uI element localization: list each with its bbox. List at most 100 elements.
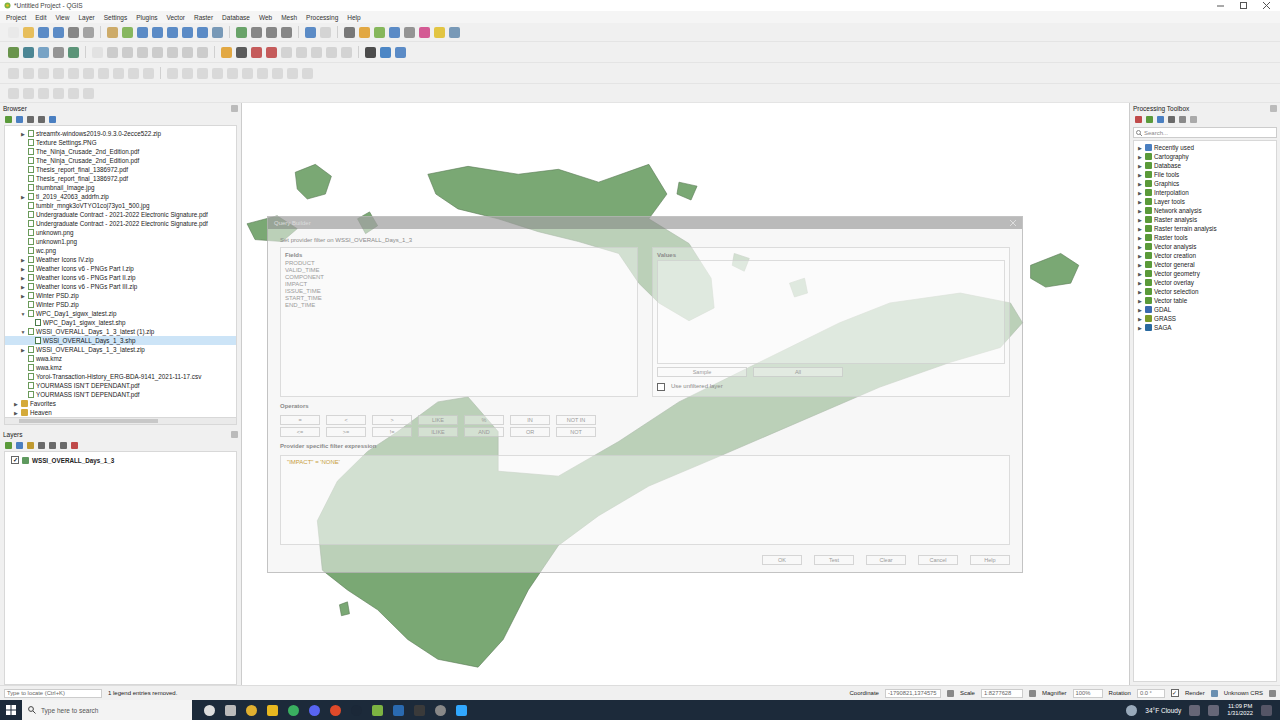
minimize-icon[interactable] xyxy=(1217,2,1224,9)
tool-icon[interactable] xyxy=(107,27,118,38)
weather-icon[interactable] xyxy=(1126,705,1137,716)
crs-icon[interactable] xyxy=(1211,690,1218,697)
browser-item[interactable]: ▶Weather Icons v6 - PNGs Part II.zip xyxy=(5,273,236,282)
expand-arrow-icon[interactable]: ▶ xyxy=(20,194,26,200)
expand-arrow-icon[interactable]: ▶ xyxy=(20,284,26,290)
taskbar-app-icon[interactable] xyxy=(225,705,236,716)
layers-tool-icon[interactable] xyxy=(27,442,34,449)
expand-arrow-icon[interactable]: ▶ xyxy=(20,131,26,137)
tool-icon[interactable] xyxy=(404,27,415,38)
tool-icon[interactable] xyxy=(68,27,79,38)
processing-item[interactable]: ▶Network analysis xyxy=(1134,206,1276,215)
tool-icon[interactable] xyxy=(197,27,208,38)
browser-item[interactable]: WSSI_OVERALL_Days_1_3.shp xyxy=(5,336,236,345)
processing-item[interactable]: ▶Interpolation xyxy=(1134,188,1276,197)
taskbar-search[interactable]: Type here to search xyxy=(22,700,192,720)
operator-button[interactable]: <= xyxy=(280,427,320,437)
close-icon[interactable] xyxy=(1263,2,1270,9)
layers-tool-icon[interactable] xyxy=(5,442,12,449)
menu-item[interactable]: Layer xyxy=(78,14,94,21)
tool-icon[interactable] xyxy=(53,68,64,79)
tool-icon[interactable] xyxy=(8,47,19,58)
coordinate-field[interactable]: -1790821,1374575 xyxy=(885,689,941,698)
field-item[interactable]: PRODUCT xyxy=(285,260,633,267)
processing-item[interactable]: ▶GRASS xyxy=(1134,314,1276,323)
operator-button[interactable]: = xyxy=(280,415,320,425)
expand-arrow-icon[interactable]: ▼ xyxy=(20,311,26,317)
operator-button[interactable]: >= xyxy=(326,427,366,437)
processing-tool-icon[interactable] xyxy=(1190,116,1197,123)
menu-item[interactable]: Plugins xyxy=(136,14,157,21)
browser-item[interactable]: Winter PSD.zip xyxy=(5,300,236,309)
tool-icon[interactable] xyxy=(380,47,391,58)
dialog-button[interactable]: Clear xyxy=(866,555,906,565)
expand-arrow-icon[interactable]: ▶ xyxy=(1137,244,1143,250)
tool-icon[interactable] xyxy=(272,68,283,79)
tool-icon[interactable] xyxy=(128,68,139,79)
browser-item[interactable]: Yoroi-Transaction-History_ERG-BDA-9141_2… xyxy=(5,372,236,381)
processing-item[interactable]: ▶Recently used xyxy=(1134,143,1276,152)
operator-button[interactable]: ILIKE xyxy=(418,427,458,437)
panel-close-icon[interactable] xyxy=(231,105,238,112)
expand-arrow-icon[interactable]: ▶ xyxy=(1137,325,1143,331)
processing-item[interactable]: ▶Raster tools xyxy=(1134,233,1276,242)
taskbar-app-icon[interactable] xyxy=(246,705,257,716)
tool-icon[interactable] xyxy=(23,68,34,79)
menu-item[interactable]: Raster xyxy=(194,14,213,21)
tool-icon[interactable] xyxy=(23,88,34,99)
operator-button[interactable]: < xyxy=(326,415,366,425)
tool-icon[interactable] xyxy=(197,68,208,79)
tool-icon[interactable] xyxy=(305,27,316,38)
tool-icon[interactable] xyxy=(236,47,247,58)
render-checkbox[interactable]: ✓ xyxy=(1171,689,1179,697)
browser-tool-icon[interactable] xyxy=(27,116,34,123)
browser-tool-icon[interactable] xyxy=(49,116,56,123)
tool-icon[interactable] xyxy=(302,68,313,79)
tool-icon[interactable] xyxy=(68,88,79,99)
processing-tool-icon[interactable] xyxy=(1146,116,1153,123)
tool-icon[interactable] xyxy=(53,27,64,38)
processing-item[interactable]: ▶File tools xyxy=(1134,170,1276,179)
tool-icon[interactable] xyxy=(419,27,430,38)
processing-item[interactable]: ▶Raster analysis xyxy=(1134,215,1276,224)
menu-item[interactable]: Web xyxy=(259,14,272,21)
browser-item[interactable]: ▼WPC_Day1_sigwx_latest.zip xyxy=(5,309,236,318)
tool-icon[interactable] xyxy=(326,47,337,58)
browser-item[interactable]: Thesis_report_final_1386972.pdf xyxy=(5,174,236,183)
tool-icon[interactable] xyxy=(236,27,247,38)
expand-arrow-icon[interactable]: ▶ xyxy=(1137,226,1143,232)
crs-label[interactable]: Unknown CRS xyxy=(1224,690,1263,696)
map-canvas[interactable]: Query BuilderSet provider filter on WSSI… xyxy=(242,103,1130,685)
menu-item[interactable]: Vector xyxy=(167,14,185,21)
tool-icon[interactable] xyxy=(434,27,445,38)
tool-icon[interactable] xyxy=(182,47,193,58)
browser-item[interactable]: Texture Settings.PNG xyxy=(5,138,236,147)
field-item[interactable]: END_TIME xyxy=(285,302,633,309)
tool-icon[interactable] xyxy=(197,47,208,58)
tool-icon[interactable] xyxy=(38,47,49,58)
processing-item[interactable]: ▶Vector analysis xyxy=(1134,242,1276,251)
tool-icon[interactable] xyxy=(212,68,223,79)
tool-icon[interactable] xyxy=(107,47,118,58)
tool-icon[interactable] xyxy=(167,27,178,38)
processing-item[interactable]: ▶GDAL xyxy=(1134,305,1276,314)
browser-item[interactable]: wwa.kmz xyxy=(5,354,236,363)
expand-arrow-icon[interactable]: ▶ xyxy=(1137,235,1143,241)
dialog-button[interactable]: Test xyxy=(814,555,854,565)
tool-icon[interactable] xyxy=(83,27,94,38)
tool-icon[interactable] xyxy=(344,27,355,38)
rotation-field[interactable]: 0.0 ° xyxy=(1137,689,1165,698)
tool-icon[interactable] xyxy=(53,88,64,99)
tool-icon[interactable] xyxy=(182,68,193,79)
taskbar-app-icon[interactable] xyxy=(414,705,425,716)
browser-item[interactable]: ▶Winter PSD.zip xyxy=(5,291,236,300)
tool-icon[interactable] xyxy=(38,88,49,99)
browser-item[interactable]: unknown1.png xyxy=(5,237,236,246)
operator-button[interactable]: % xyxy=(464,415,504,425)
operator-button[interactable]: IN xyxy=(510,415,550,425)
expand-arrow-icon[interactable]: ▶ xyxy=(1137,307,1143,313)
processing-tool-icon[interactable] xyxy=(1157,116,1164,123)
browser-item[interactable]: The_Ninja_Crusade_2nd_Edition.pdf xyxy=(5,156,236,165)
taskbar-app-icon[interactable] xyxy=(309,705,320,716)
taskbar-app-icon[interactable] xyxy=(351,705,362,716)
